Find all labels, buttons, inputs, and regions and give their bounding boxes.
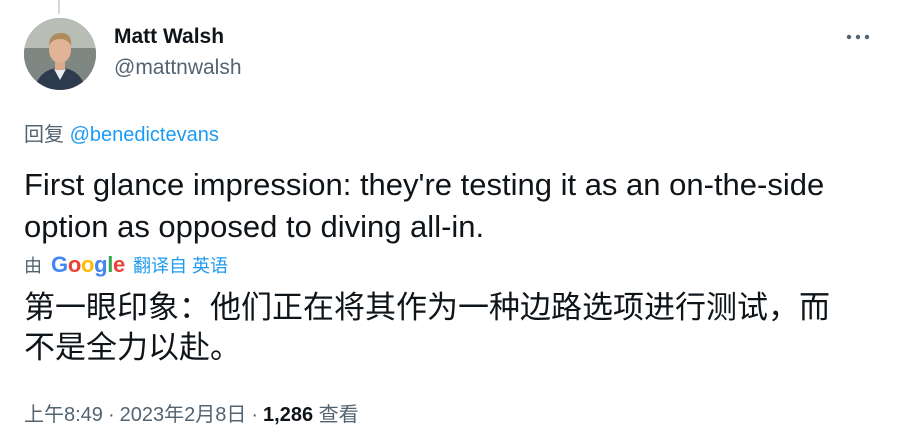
- more-horizontal-icon: [846, 34, 870, 40]
- google-logo-letter: g: [94, 252, 108, 277]
- tweet-meta: 上午8:49 · 2023年2月8日 · 1,286 查看: [24, 398, 359, 427]
- translation-by-label: 由: [24, 256, 42, 276]
- tweet-text: First glance impression: they're testing…: [24, 167, 833, 244]
- tweet-time: 上午8:49: [24, 404, 103, 426]
- google-logo-letter: e: [113, 252, 125, 277]
- meta-separator: ·: [107, 404, 115, 426]
- translated-from-link[interactable]: 翻译自 英语: [133, 252, 228, 278]
- author-name[interactable]: Matt Walsh: [114, 25, 224, 49]
- translation-attribution: 由 Google 翻译自 英语: [24, 252, 228, 278]
- translated-text: 第一眼印象：他们正在将其作为一种边路选项进行测试，而不是全力以赴。: [24, 290, 830, 365]
- more-options-button[interactable]: [838, 22, 878, 52]
- tweet-date: 2023年2月8日: [119, 404, 247, 426]
- reply-prefix: 回复: [24, 124, 64, 146]
- reply-context: 回复 @benedictevans: [24, 118, 219, 147]
- google-logo-letter: o: [80, 252, 95, 277]
- meta-separator: ·: [251, 404, 259, 426]
- google-logo-letter: G: [51, 252, 68, 277]
- avatar[interactable]: [24, 18, 96, 90]
- google-logo: Google: [51, 252, 125, 278]
- thread-connector-line: [58, 0, 60, 14]
- views-label: 查看: [318, 404, 359, 426]
- tweet-timestamp[interactable]: 上午8:49 · 2023年2月8日: [24, 404, 246, 426]
- author-handle[interactable]: @mattnwalsh: [114, 56, 242, 80]
- avatar-photo: [24, 18, 96, 90]
- reply-mention-link[interactable]: @benedictevans: [70, 124, 219, 146]
- views-count: 1,286: [263, 404, 314, 426]
- google-logo-letter: o: [67, 252, 81, 277]
